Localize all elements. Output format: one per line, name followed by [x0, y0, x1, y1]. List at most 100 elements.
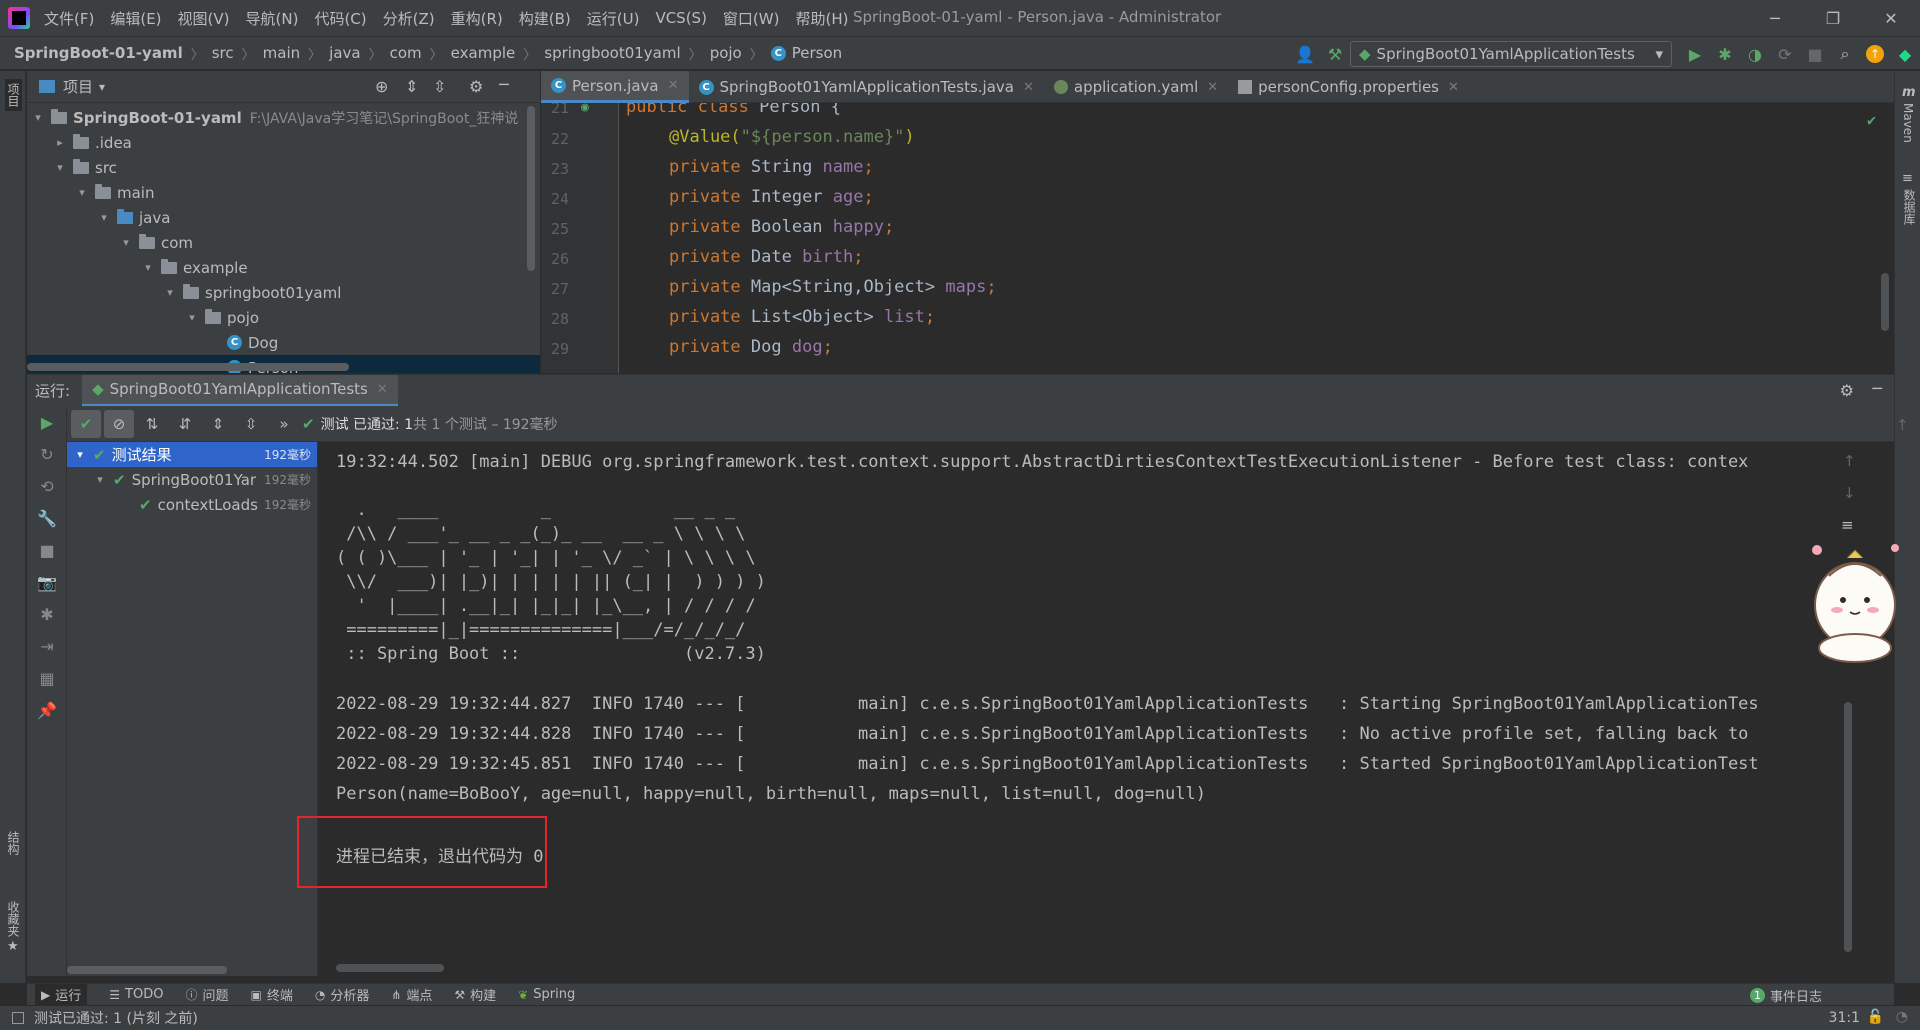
sort-alpha-icon[interactable]: ⇅ — [137, 410, 167, 438]
tool-todo[interactable]: ☰ TODO — [109, 987, 163, 1002]
menu-code[interactable]: 代码(C) — [314, 8, 366, 29]
menu-vcs[interactable]: VCS(S) — [655, 9, 706, 27]
expand-all-icon[interactable]: ⇕ — [203, 410, 233, 438]
memory-indicator-icon[interactable]: ◔ — [1896, 1009, 1908, 1025]
tree-item-springboot01yaml[interactable]: ▾ springboot01yaml — [27, 280, 540, 305]
tab-tests-java[interactable]: C SpringBoot01YamlApplicationTests.java ✕ — [689, 71, 1044, 103]
breadcrumb-package[interactable]: springboot01yaml — [544, 44, 680, 62]
inspection-ok-icon[interactable]: ✔ — [1867, 111, 1876, 129]
toolbox-icon[interactable]: ◆ — [1890, 39, 1920, 69]
run-icon[interactable]: ▶ — [1680, 39, 1710, 69]
tool-terminal[interactable]: ▣ 终端 — [250, 985, 292, 1005]
menu-analyze[interactable]: 分析(Z) — [383, 8, 435, 29]
collapse-all-icon[interactable]: ⇳ — [433, 77, 446, 96]
expand-all-icon[interactable]: ⇕ — [405, 77, 418, 96]
lock-icon[interactable]: 🔓 — [1867, 1009, 1884, 1025]
structure-stripe-button[interactable]: 结构 — [5, 831, 22, 855]
tool-profiler[interactable]: ◔ 分析器 — [315, 985, 370, 1005]
menu-window[interactable]: 窗口(W) — [723, 8, 780, 29]
breadcrumb-example[interactable]: example — [451, 44, 516, 62]
tree-item-java[interactable]: ▾ java — [27, 205, 540, 230]
tool-endpoints[interactable]: ⋔ 端点 — [391, 985, 432, 1005]
tree-item-pojo[interactable]: ▾ pojo — [27, 305, 540, 330]
tool-spring[interactable]: ❦ Spring — [518, 987, 575, 1002]
tab-application-yaml[interactable]: application.yaml ✕ — [1044, 71, 1228, 103]
run-configuration-select[interactable]: ◆ SpringBoot01YamlApplicationTests ▾ — [1350, 41, 1672, 67]
gear-icon[interactable]: ⚙ — [469, 77, 483, 96]
vertical-scrollbar[interactable] — [1844, 702, 1852, 952]
test-root[interactable]: ▾ ✔ 测试结果 192毫秒 — [67, 442, 317, 467]
favorites-stripe-button[interactable]: 收藏夹 — [5, 901, 22, 937]
database-stripe-button[interactable]: 数据库 — [1901, 189, 1918, 225]
arrow-up-icon[interactable]: ↑ — [1896, 416, 1909, 434]
menu-run[interactable]: 运行(U) — [587, 8, 640, 29]
breadcrumb-project[interactable]: SpringBoot-01-yaml — [14, 44, 183, 62]
tool-problems[interactable]: ⓘ 问题 — [185, 985, 228, 1004]
arrow-down-icon[interactable]: ↓ — [1843, 484, 1856, 502]
debug-icon[interactable]: ✱ — [1710, 39, 1740, 69]
tool-run[interactable]: ▶ 运行 — [35, 983, 88, 1006]
layout-icon[interactable]: ▦ — [27, 662, 67, 694]
gear-icon[interactable]: ⚙ — [1840, 381, 1854, 400]
tab-person-java[interactable]: C Person.java ✕ — [541, 71, 689, 103]
chevron-down-icon[interactable]: ▾ — [99, 80, 105, 94]
restore-icon[interactable]: ❐ — [1804, 0, 1862, 36]
test-method[interactable]: ✔ contextLoads 192毫秒 — [67, 492, 317, 517]
close-icon[interactable]: ✕ — [1448, 80, 1459, 95]
menu-view[interactable]: 视图(V) — [178, 8, 230, 29]
show-ignored-icon[interactable]: ⊘ — [104, 409, 134, 438]
rerun-icon[interactable]: ▶ — [27, 406, 67, 438]
breadcrumb-main[interactable]: main — [263, 44, 300, 62]
stop-icon[interactable]: ■ — [1800, 39, 1830, 69]
run-tab-tests[interactable]: ◆ SpringBoot01YamlApplicationTests ✕ — [82, 374, 398, 407]
toggle-panels-icon[interactable] — [12, 1012, 24, 1024]
menu-help[interactable]: 帮助(H) — [795, 8, 848, 29]
breadcrumb-com[interactable]: com — [390, 44, 422, 62]
tree-item-src[interactable]: ▾ src — [27, 155, 540, 180]
tree-item-com[interactable]: ▾ com — [27, 230, 540, 255]
horizontal-scrollbar[interactable] — [27, 363, 349, 371]
tree-item-dog[interactable]: C Dog — [27, 330, 540, 355]
camera-icon[interactable]: 📷 — [27, 566, 67, 598]
hide-panel-icon[interactable]: ─ — [499, 75, 509, 94]
maven-stripe-button[interactable]: Maven — [1901, 103, 1915, 143]
close-icon[interactable]: ✕ — [668, 78, 679, 93]
menu-edit[interactable]: 编辑(E) — [110, 8, 161, 29]
coverage-icon[interactable]: ◑ — [1740, 39, 1770, 69]
vertical-scrollbar[interactable] — [527, 106, 535, 271]
hide-panel-icon[interactable]: ─ — [1872, 379, 1882, 398]
breadcrumb-class[interactable]: Person — [792, 44, 842, 62]
tool-build[interactable]: ⚒ 构建 — [454, 985, 496, 1005]
project-view-title[interactable]: 项目 — [63, 76, 93, 97]
horizontal-scrollbar[interactable] — [67, 966, 227, 974]
close-icon[interactable]: ✕ — [1207, 80, 1218, 95]
close-icon[interactable]: ✕ — [1023, 80, 1034, 95]
tree-item-project[interactable]: ▾ SpringBoot-01-yaml F:\JAVA\Java学习笔记\Sp… — [27, 105, 540, 130]
menu-build[interactable]: 构建(B) — [519, 8, 571, 29]
pin-icon[interactable]: 📌 — [27, 694, 67, 726]
project-stripe-button[interactable]: 项目 — [5, 79, 22, 111]
user-icon[interactable]: 👤 — [1290, 39, 1320, 69]
menu-file[interactable]: 文件(F) — [44, 8, 94, 29]
close-icon[interactable]: ✕ — [377, 382, 388, 397]
test-class[interactable]: ▾ ✔ SpringBoot01Yar 192毫秒 — [67, 467, 317, 492]
profile-icon[interactable]: ⟳ — [1770, 39, 1800, 69]
tree-item-idea[interactable]: ▸ .idea — [27, 130, 540, 155]
caret-position[interactable]: 31:1 — [1829, 1010, 1860, 1026]
update-icon[interactable]: ↑ — [1860, 39, 1890, 69]
sort-duration-icon[interactable]: ⇵ — [170, 410, 200, 438]
menu-refactor[interactable]: 重构(R) — [451, 8, 503, 29]
console-output[interactable]: 19:32:44.502 [main] DEBUG org.springfram… — [318, 442, 1894, 976]
search-icon[interactable]: ⌕ — [1830, 39, 1860, 69]
tab-personconfig-properties[interactable]: personConfig.properties ✕ — [1228, 71, 1469, 103]
stop-icon[interactable]: ■ — [27, 534, 67, 566]
show-passed-icon[interactable]: ✔ — [71, 409, 101, 438]
minimize-icon[interactable]: ─ — [1746, 0, 1804, 36]
collapse-all-icon[interactable]: ⇳ — [236, 410, 266, 438]
rerun-failed-icon[interactable]: ↻ — [27, 438, 67, 470]
arrow-up-icon[interactable]: ↑ — [1843, 452, 1856, 470]
breadcrumb-pojo[interactable]: pojo — [710, 44, 742, 62]
close-icon[interactable]: ✕ — [1862, 0, 1920, 36]
breadcrumb-java[interactable]: java — [329, 44, 360, 62]
bean-gutter-icon[interactable]: ◉ — [581, 103, 589, 115]
